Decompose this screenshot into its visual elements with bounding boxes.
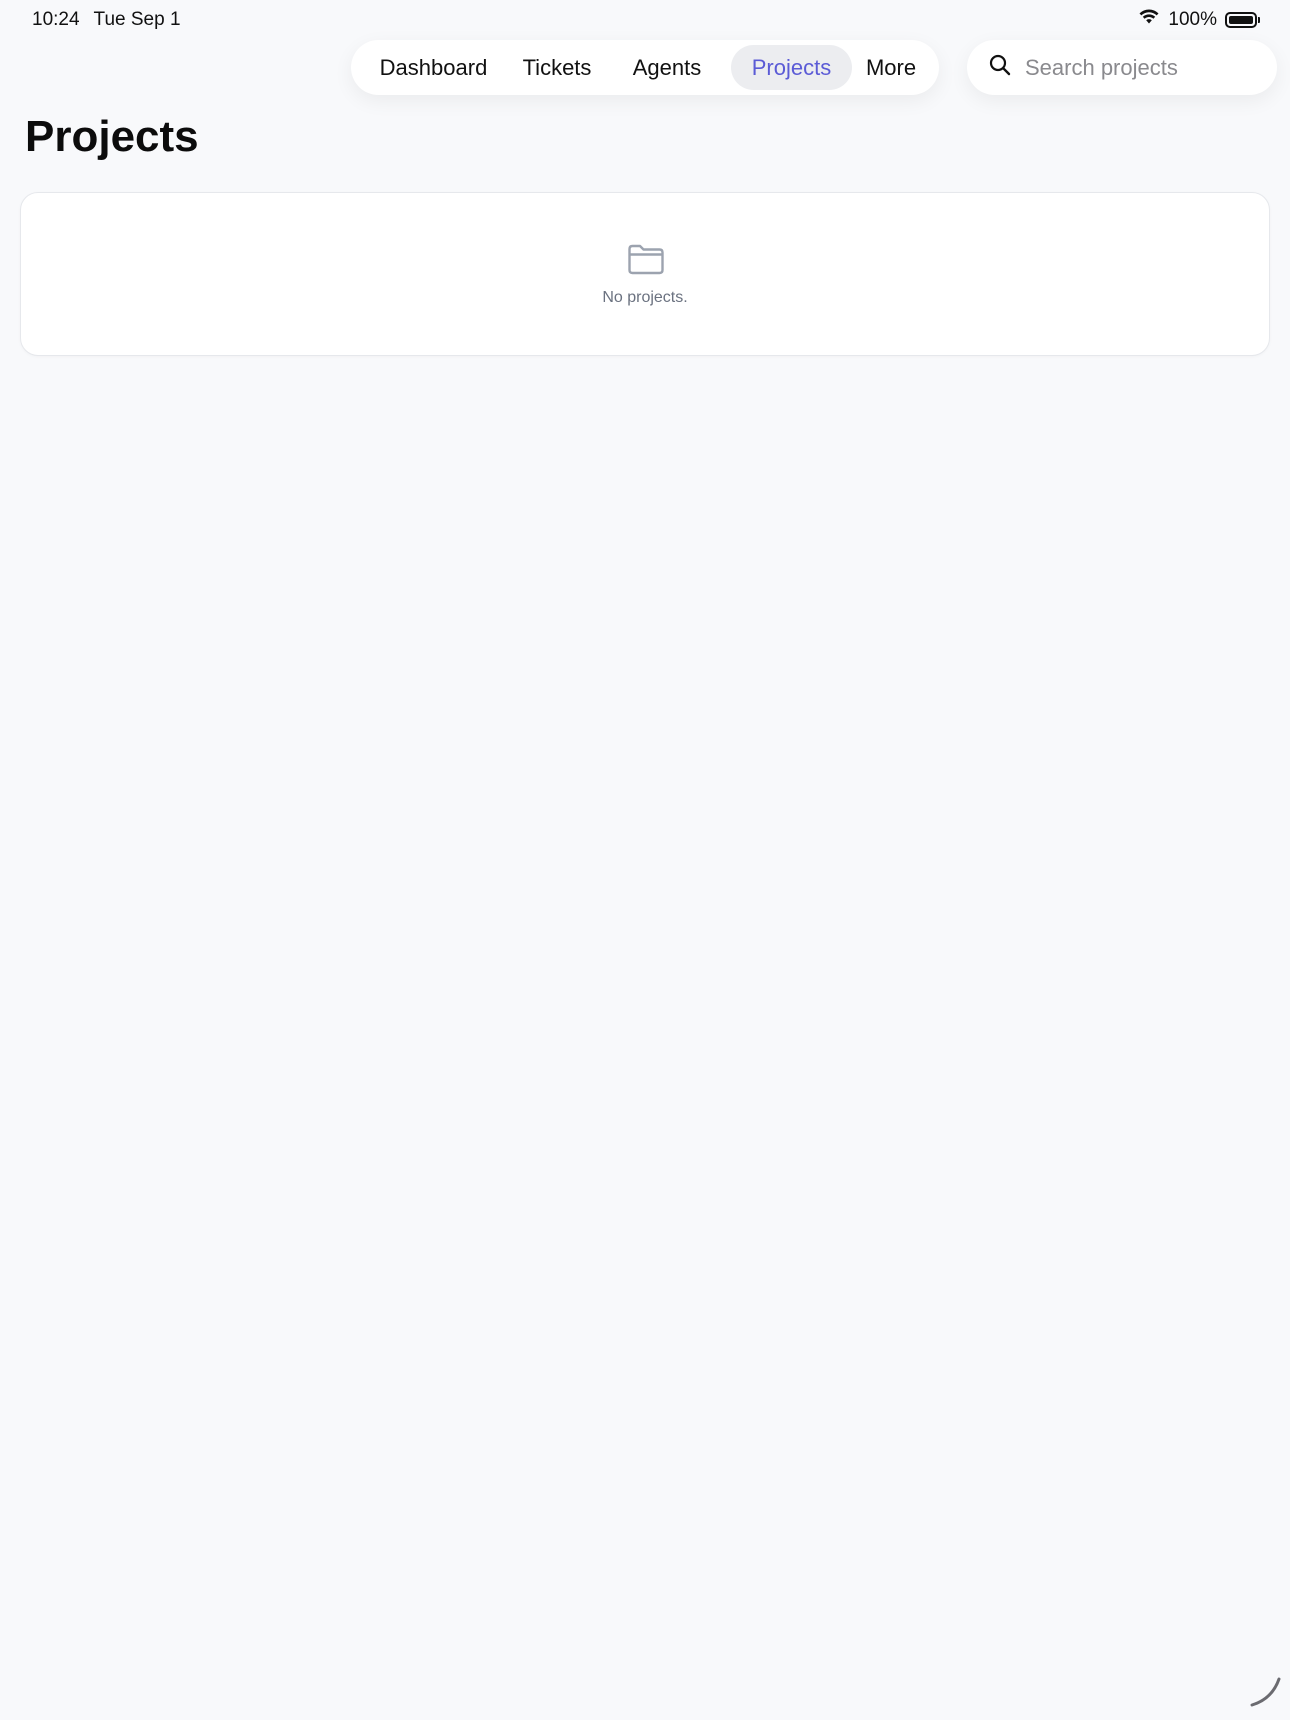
projects-list-card: No projects. [20,192,1270,356]
tab-tickets[interactable]: Tickets [511,45,603,90]
search-input[interactable] [1025,54,1255,81]
search-icon [989,54,1011,81]
battery-percent: 100% [1168,9,1217,30]
tab-dashboard[interactable]: Dashboard [356,45,511,90]
search-box[interactable] [967,40,1277,95]
page-title: Projects [25,112,199,161]
wifi-icon [1138,9,1160,31]
tab-agents[interactable]: Agents [603,45,731,90]
folder-icon [627,243,665,280]
tab-projects[interactable]: Projects [731,45,852,90]
status-bar-right: 100% [1138,9,1260,31]
app-window: 10:24 Tue Sep 1 100% Dashboard Tickets A… [0,0,1290,1720]
top-nav: Dashboard Tickets Agents Projects More [351,40,939,95]
battery-icon [1225,12,1260,28]
status-date: Tue Sep 1 [93,9,181,30]
status-bar-left: 10:24 Tue Sep 1 [32,9,181,31]
empty-state-message: No projects. [602,289,688,306]
status-time: 10:24 [32,9,80,30]
resize-handle-icon[interactable] [1248,1673,1282,1712]
tab-more[interactable]: More [852,45,930,90]
